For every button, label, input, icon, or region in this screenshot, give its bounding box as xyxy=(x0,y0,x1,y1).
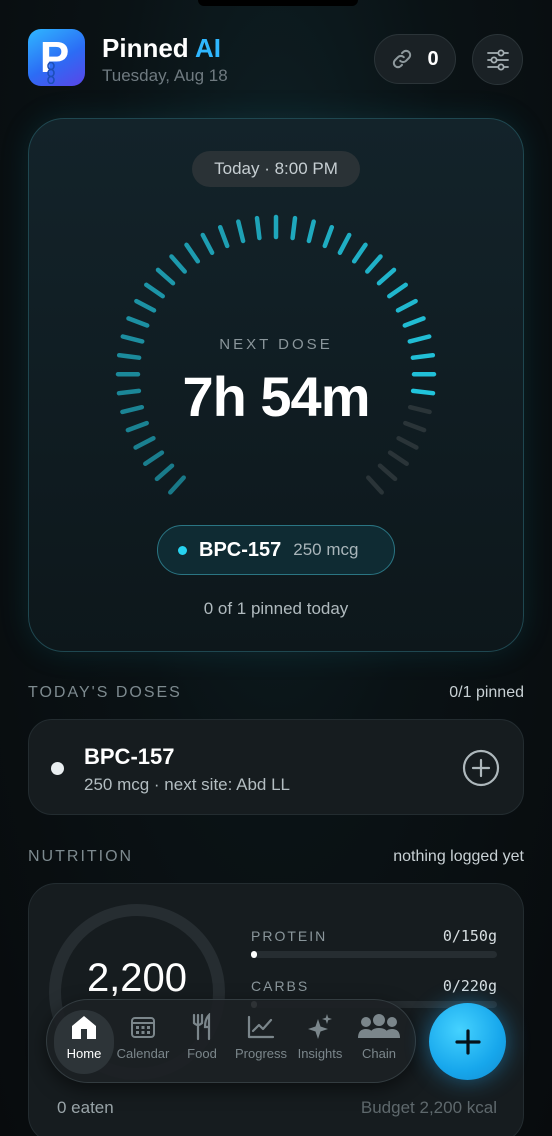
logo-chain-icon xyxy=(47,62,55,84)
gauge-tick-active xyxy=(134,298,157,313)
gauge-tick-active xyxy=(169,254,187,274)
gauge-tick-active xyxy=(254,215,262,241)
gauge-tick-active xyxy=(168,475,186,495)
calendar-icon xyxy=(131,1017,155,1038)
macro-label-carbs: CARBS xyxy=(251,978,310,994)
gauge-tick-active xyxy=(365,254,383,274)
people-icon xyxy=(358,1014,400,1038)
tab-home[interactable]: Home xyxy=(54,1010,114,1074)
macro-value-carbs: 0/220g xyxy=(442,977,497,995)
gauge-tick-active xyxy=(116,352,142,360)
tab-label: Food xyxy=(187,1046,217,1061)
tab-food[interactable]: Food xyxy=(172,1010,232,1074)
tab-insights[interactable]: Insights xyxy=(290,1010,350,1074)
link-count-button[interactable]: 0 xyxy=(374,34,456,84)
dose-bullet xyxy=(51,762,64,775)
tab-label: Insights xyxy=(297,1046,343,1061)
macro-value-protein: 0/150g xyxy=(442,927,497,945)
gauge-tick-active xyxy=(402,316,426,328)
tab-label: Home xyxy=(66,1046,102,1061)
tab-calendar[interactable]: Calendar xyxy=(113,1010,173,1074)
calorie-budget: Budget 2,200 kcal xyxy=(360,1098,497,1117)
gauge-tick-active xyxy=(306,219,316,244)
gauge-tick-active xyxy=(184,242,201,264)
home-icon xyxy=(72,1016,96,1039)
gauge-tick-active xyxy=(337,232,352,255)
dose-item-detail: 250 mcg · next site: Abd LL xyxy=(84,775,291,794)
gauge-tick xyxy=(387,450,409,467)
app-title: Pinned AI xyxy=(102,33,221,64)
gauge-tick-active xyxy=(387,282,408,299)
app-logo: P xyxy=(28,29,85,86)
app-title-main: Pinned xyxy=(102,33,189,63)
countdown-timer: 7h 54m xyxy=(182,365,371,428)
tab-label: Progress xyxy=(234,1046,288,1061)
chart-icon xyxy=(247,1015,275,1039)
gauge-tick-active xyxy=(200,232,215,255)
macro-bar-protein xyxy=(251,951,497,958)
gauge-tick-active xyxy=(126,316,150,328)
current-dose-pill[interactable]: BPC-157 250 mcg xyxy=(157,525,395,575)
gauge-tick-active xyxy=(154,463,175,482)
gauge-tick-active xyxy=(217,224,230,249)
gauge-tick-active xyxy=(322,224,335,249)
device-notch xyxy=(198,0,358,6)
schedule-time-pill: Today · 8:00 PM xyxy=(192,151,360,187)
gauge-tick-active xyxy=(376,267,397,286)
plus-icon xyxy=(454,1028,481,1055)
sliders-icon xyxy=(486,49,509,70)
app-title-accent: AI xyxy=(194,33,221,63)
nutrition-section-title: NUTRITION xyxy=(28,848,134,865)
gauge-tick-active xyxy=(395,298,418,313)
gauge-tick-active xyxy=(290,215,298,241)
macro-bar-fill xyxy=(251,951,257,958)
gauge-tick xyxy=(396,436,419,450)
doses-section-title: TODAY'S DOSES xyxy=(28,684,182,701)
tab-progress[interactable]: Progress xyxy=(231,1010,291,1074)
gauge-tick xyxy=(377,463,398,482)
calorie-total: 2,200 xyxy=(86,956,188,1000)
doses-summary: 0/1 pinned xyxy=(449,684,524,701)
gauge-tick-active xyxy=(351,242,368,264)
gauge-tick-active xyxy=(133,436,156,450)
tab-chain[interactable]: Chain xyxy=(349,1010,409,1074)
link-icon xyxy=(393,49,412,69)
macro-label-protein: PROTEIN xyxy=(251,928,328,944)
dose-list-item[interactable]: BPC-157 250 mcg · next site: Abd LL xyxy=(28,719,524,815)
dose-item-name: BPC-157 xyxy=(84,744,175,769)
gauge-tick-active xyxy=(410,352,436,360)
nutrition-status: nothing logged yet xyxy=(393,848,524,865)
pinned-today-status: 0 of 1 pinned today xyxy=(203,599,349,618)
gauge-tick-active xyxy=(143,450,165,467)
tab-label: Chain xyxy=(362,1046,396,1061)
add-button[interactable] xyxy=(429,1003,506,1080)
calories-eaten: 0 eaten xyxy=(57,1098,114,1117)
link-count: 0 xyxy=(427,47,439,70)
sparkles-icon xyxy=(308,1014,332,1039)
next-dose-label: NEXT DOSE xyxy=(219,336,333,353)
status-dot xyxy=(178,545,187,555)
dose-amount: 250 mcg xyxy=(293,540,359,559)
gauge-tick-active xyxy=(236,219,246,244)
gauge-tick-active xyxy=(155,267,176,286)
settings-button[interactable] xyxy=(472,34,523,85)
dose-name: BPC-157 xyxy=(199,538,282,561)
current-date: Tuesday, Aug 18 xyxy=(102,66,228,85)
fork-knife-icon xyxy=(192,1013,211,1041)
bottom-tab-bar: Home Calendar Food Progress Insights Cha… xyxy=(46,999,416,1083)
add-dose-icon[interactable] xyxy=(462,749,500,787)
gauge-tick xyxy=(366,475,384,495)
gauge-tick-active xyxy=(144,282,165,299)
tab-label: Calendar xyxy=(116,1046,170,1061)
